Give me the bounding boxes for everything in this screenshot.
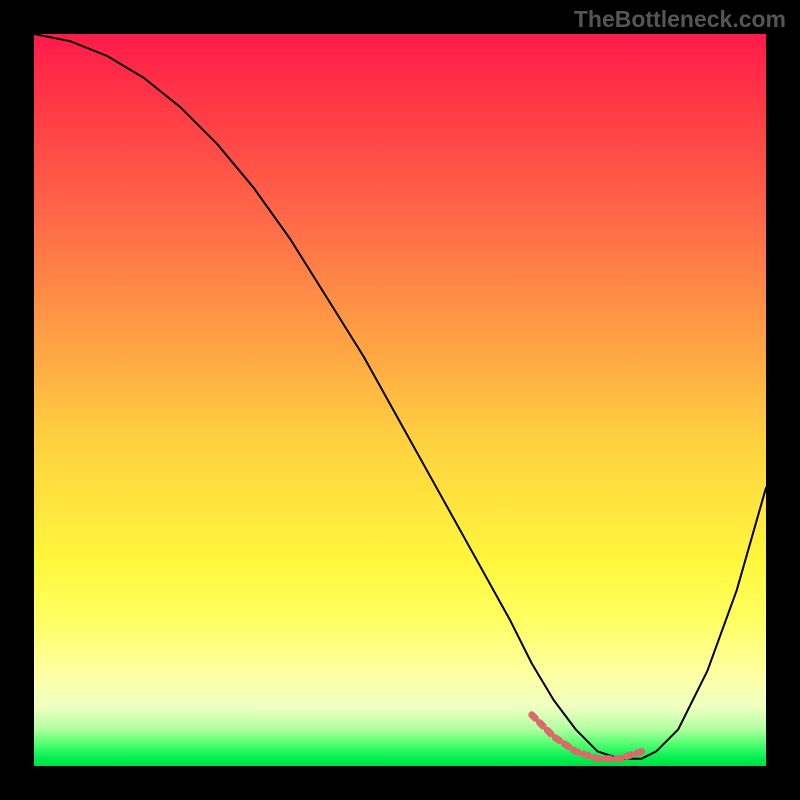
curve-svg: [34, 34, 766, 766]
bottleneck-curve: [34, 34, 766, 759]
plot-area: [34, 34, 766, 766]
optimal-zone-highlight: [532, 715, 642, 759]
watermark-text: TheBottleneck.com: [574, 6, 786, 33]
